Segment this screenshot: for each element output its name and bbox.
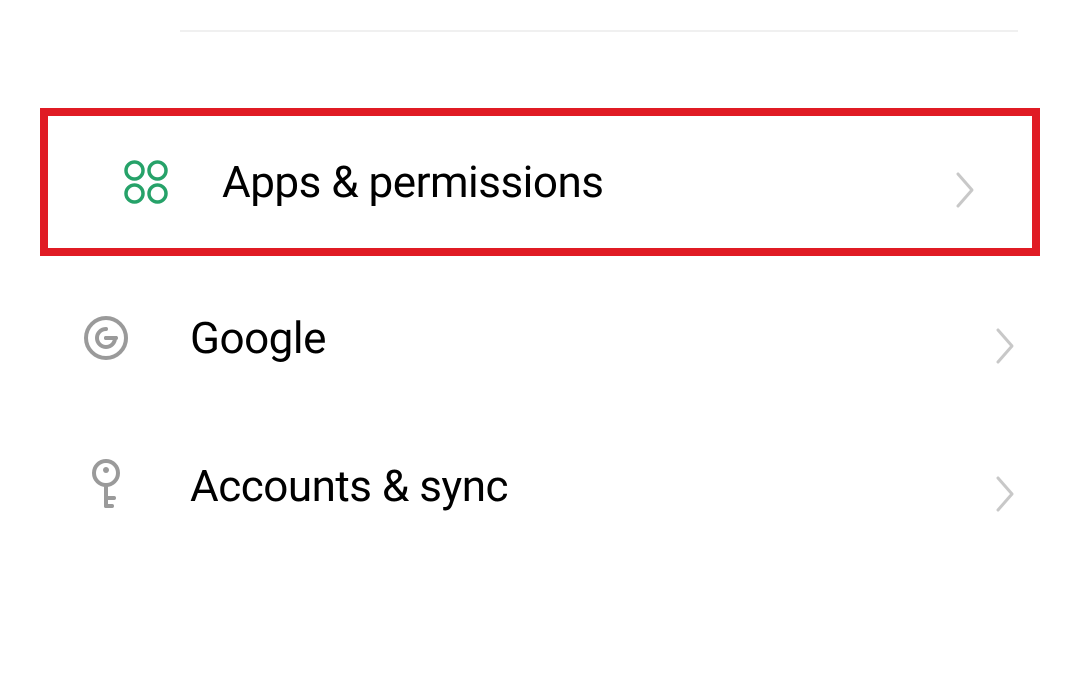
divider	[180, 30, 1018, 32]
settings-list: Apps & permissions Google	[0, 108, 1080, 560]
google-icon	[82, 314, 130, 362]
chevron-right-icon	[994, 474, 1018, 498]
settings-item-accounts-sync[interactable]: Accounts & sync	[0, 412, 1080, 560]
apps-icon	[122, 158, 170, 206]
settings-item-google[interactable]: Google	[0, 264, 1080, 412]
chevron-right-icon	[994, 326, 1018, 350]
settings-item-label: Google	[190, 312, 994, 364]
chevron-right-icon	[954, 170, 978, 194]
settings-item-label: Accounts & sync	[190, 460, 994, 512]
settings-item-label: Apps & permissions	[222, 156, 954, 208]
settings-item-apps-permissions[interactable]: Apps & permissions	[40, 108, 1040, 256]
key-icon	[82, 462, 130, 510]
